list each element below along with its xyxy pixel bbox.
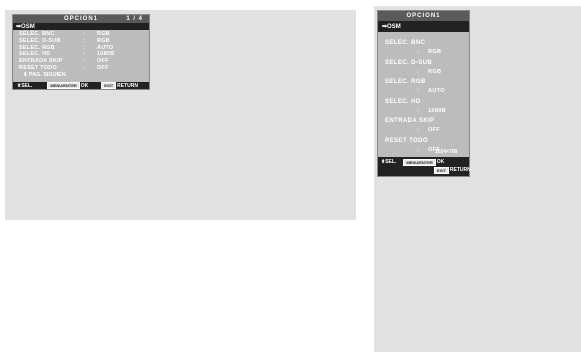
menu-entry-bnc[interactable]: SELEC. BNC : RGB bbox=[385, 39, 469, 59]
osm-item[interactable]: ➡ OSM bbox=[13, 23, 149, 30]
osd-title-bar: OPCION1 1 / 4 bbox=[13, 15, 149, 23]
menu-row-dsub[interactable]: SELEC. D-SUB: RGB bbox=[19, 38, 149, 45]
osd-footer: ⬍SEL. MENU/ENTER OK EXIT RETURN bbox=[378, 157, 471, 176]
osd-menu-tall: OPCION1 ➡ OSM SELEC. BNC : RGB SELEC. D-S… bbox=[377, 10, 471, 177]
menu-row-hd[interactable]: SELEC. HD:1080B bbox=[19, 51, 149, 58]
select-hint: ⬍SEL. bbox=[17, 82, 33, 89]
return-hint: RETURN bbox=[449, 167, 471, 173]
osd-title-bar: OPCION1 bbox=[378, 11, 469, 21]
page-indicator: 1 / 4 bbox=[126, 16, 143, 22]
menu-row-bnc[interactable]: SELEC. BNC: RGB bbox=[19, 31, 149, 38]
menu-entry-skip[interactable]: ENTRADA SKIP : OFF bbox=[385, 117, 469, 137]
arrow-down-icon: ⬇ bbox=[23, 71, 28, 78]
osm-item[interactable]: ➡ OSM bbox=[378, 21, 469, 32]
exit-key: EXIT bbox=[101, 82, 117, 89]
menu-enter-key: MENU/ENTER bbox=[47, 82, 80, 89]
ok-hint: OK bbox=[436, 159, 445, 165]
menu-row-skip[interactable]: ENTRADA SKIP: OFF bbox=[19, 58, 149, 65]
menu-row-reset[interactable]: RESET TODO: OFF bbox=[19, 65, 149, 72]
next-page-item[interactable]: ⬇ PAG. SIGUIEN. bbox=[13, 72, 149, 79]
osm-label: OSM bbox=[21, 23, 35, 30]
menu-enter-key: MENU/ENTER bbox=[403, 158, 436, 166]
osd-title: OPCION1 bbox=[63, 16, 98, 22]
exit-key: EXIT bbox=[434, 166, 449, 174]
osd-menu-small: OPCION1 1 / 4 ➡ OSM SELEC. BNC: RGB SELEC… bbox=[12, 14, 150, 90]
ok-hint: OK bbox=[80, 82, 89, 89]
menu-entry-reset[interactable]: RESET TODO : OFF bbox=[385, 137, 469, 153]
return-hint: RETURN bbox=[117, 82, 139, 89]
osd-footer: ⬍SEL. MENU/ENTER OK EXIT RETURN bbox=[13, 82, 149, 89]
osm-label: OSM bbox=[387, 23, 401, 30]
select-hint: ⬍SEL. bbox=[381, 159, 397, 165]
menu-row-rgb[interactable]: SELEC. RGB: AUTO bbox=[19, 45, 149, 52]
osd-title: OPCION1 bbox=[406, 13, 441, 19]
menu-entry-dsub[interactable]: SELEC. D-SUB : RGB bbox=[385, 59, 469, 79]
menu-entry-rgb[interactable]: SELEC. RGB : AUTO bbox=[385, 78, 469, 98]
menu-entry-hd[interactable]: SELEC. HD :1080B bbox=[385, 98, 469, 118]
